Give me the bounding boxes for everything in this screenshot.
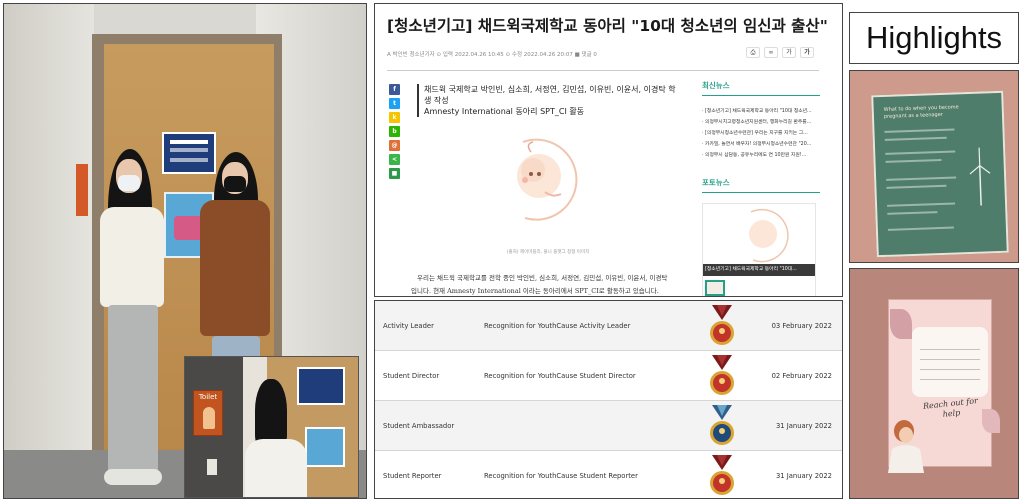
latest-news-list: · [청소년기고] 채드윅국제학교 동아리 "10대 청소년... · 의정부시… — [702, 106, 820, 161]
font-increase-button[interactable]: 가 — [800, 47, 814, 58]
news-link[interactable]: · [청소년기고] 채드윅국제학교 동아리 "10대 청소년... — [702, 106, 820, 117]
wall-sign — [76, 164, 88, 216]
embryo-illustration — [517, 138, 578, 221]
award-role: Student Reporter — [383, 472, 442, 480]
teen-pregnancy-poster: What to do when you become pregnant as a… — [871, 90, 1009, 258]
award-date: 31 January 2022 — [775, 422, 832, 430]
mail-icon[interactable]: @ — [389, 140, 400, 151]
news-article: [청소년기고] 채드윅국제학교 동아리 "10대 청소년의 임신과 출산" A … — [374, 3, 843, 297]
news-link[interactable]: · 의정부시 삼담동, 공유누리에도 연 10만원 지원!... — [702, 150, 820, 161]
poster-title: What to do when you become pregnant as a… — [883, 104, 959, 120]
award-row: Student Reporter Recognition for YouthCau… — [375, 451, 842, 498]
hallway-photo: Toilet — [3, 3, 367, 499]
bookmark-icon[interactable]: ■ — [389, 168, 400, 179]
article-meta: A 박인빈 청소년기자 ⊙ 입력 2022.04.26 10:45 ⊙ 수정 2… — [387, 52, 597, 58]
award-description: Recognition for YouthCause Student Repor… — [484, 472, 638, 480]
award-description: Recognition for YouthCause Activity Lead… — [484, 322, 631, 330]
news-link[interactable]: · 의정부시치고령청소년지원센터, 행화누리길 환주를... — [702, 117, 820, 128]
left-wall — [4, 4, 94, 498]
article-summary: 채드윅 국제학교 박인빈, 심소희, 서정연, 김민섭, 이유빈, 이윤서, 이… — [417, 84, 679, 117]
article-body: 우리는 채드윅 국제학교를 전학 중인 박인빈, 심소희, 서정연, 김민섭, … — [411, 274, 668, 295]
inset-student — [245, 439, 307, 497]
award-row: Student Ambassador 31 January 2022 — [375, 401, 842, 451]
award-description: Recognition for YouthCause Student Direc… — [484, 372, 636, 380]
article-sidebar: 최신뉴스 · [청소년기고] 채드윅국제학교 동아리 "10대 청소년... ·… — [702, 80, 820, 296]
highlights-header: Highlights — [849, 12, 1019, 64]
photo-news-card[interactable]: [청소년기고] 채드윅국제학교 동아리 "10대... — [702, 203, 816, 296]
news-link[interactable]: · [의정부시청소년수련관] 우리는 지구를 지키는 그... — [702, 128, 820, 139]
student-left — [100, 149, 166, 489]
photo-news-thumbs — [703, 278, 815, 296]
link-icon[interactable]: ∞ — [764, 47, 778, 58]
inset-poster-light — [305, 427, 345, 467]
share-icon[interactable]: < — [389, 154, 400, 165]
latest-news-heading: 최신뉴스 — [702, 80, 820, 96]
medal-icon — [710, 305, 734, 345]
image-caption: (출처) 헤이마블리, 풀니 플랫그 창형 이미지 — [506, 250, 590, 255]
toilet-sign-text: Toilet — [198, 393, 218, 401]
medal-icon — [710, 455, 734, 495]
highlight-photo-card: Reach out for help — [849, 268, 1019, 499]
photo-news-thumbnail — [749, 208, 789, 263]
share-bar: f t k b @ < ■ — [389, 84, 400, 179]
highlight-photo-poster: What to do when you become pregnant as a… — [849, 70, 1019, 263]
print-icon[interactable]: ⎙ — [746, 47, 760, 58]
award-role: Activity Leader — [383, 322, 434, 330]
photo-news-caption: [청소년기고] 채드윅국제학교 동아리 "10대... — [703, 264, 815, 276]
wind-turbine-icon — [969, 147, 991, 206]
awards-table: Activity Leader Recognition for YouthCaus… — [374, 300, 843, 499]
inset-poster-blue — [297, 367, 345, 405]
award-row: Activity Leader Recognition for YouthCaus… — [375, 301, 842, 351]
article-title: [청소년기고] 채드윅국제학교 동아리 "10대 청소년의 임신과 출산" — [387, 17, 828, 35]
note-card — [912, 327, 988, 397]
toilet-sign: Toilet — [193, 390, 223, 436]
woman-illustration — [888, 420, 924, 473]
award-date: 31 January 2022 — [775, 472, 832, 480]
twitter-icon[interactable]: t — [389, 98, 400, 109]
award-date: 03 February 2022 — [771, 322, 832, 330]
inset-photo: Toilet — [184, 356, 359, 498]
article-tools: ⎙ ∞ 가 가 — [746, 47, 814, 58]
font-decrease-button[interactable]: 가 — [782, 47, 796, 58]
facebook-icon[interactable]: f — [389, 84, 400, 95]
award-date: 02 February 2022 — [771, 372, 832, 380]
news-link[interactable]: · 카카밀, 놀면서 배우자! 의정부시청소년수련관 "20... — [702, 139, 820, 150]
award-role: Student Ambassador — [383, 422, 455, 430]
kakao-icon[interactable]: k — [389, 112, 400, 123]
medal-icon — [710, 405, 734, 445]
photo-news-heading: 포토뉴스 — [702, 177, 820, 193]
award-role: Student Director — [383, 372, 440, 380]
award-row: Student Director Recognition for YouthCau… — [375, 351, 842, 401]
blog-icon[interactable]: b — [389, 126, 400, 137]
highlights-title: Highlights — [865, 20, 1003, 55]
medal-icon — [710, 355, 734, 395]
